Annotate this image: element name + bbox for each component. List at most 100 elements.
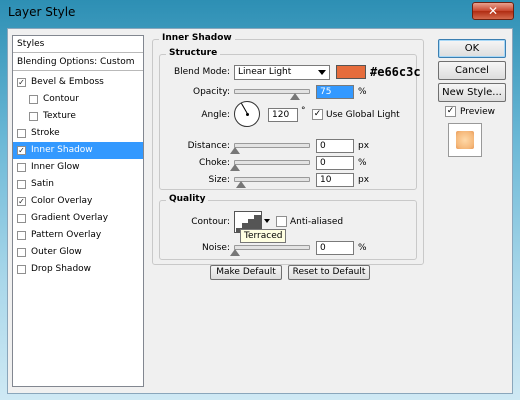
shadow-color-hex: #e66c3c — [370, 65, 421, 79]
style-item-label: Pattern Overlay — [31, 230, 102, 240]
preview-checkbox[interactable]: ✓ — [445, 106, 456, 117]
style-item-checkbox[interactable]: ✓ — [17, 78, 26, 87]
style-item-texture[interactable]: Texture — [13, 108, 143, 125]
size-label: Size: — [208, 175, 230, 185]
opacity-label: Opacity: — [193, 87, 230, 97]
style-item-label: Gradient Overlay — [31, 213, 109, 223]
style-item-inner-shadow[interactable]: ✓ Inner Shadow — [13, 142, 143, 159]
style-item-checkbox[interactable] — [17, 248, 26, 257]
distance-slider-track[interactable] — [234, 143, 310, 148]
reset-to-default-button[interactable]: Reset to Default — [288, 265, 370, 280]
structure-title: Structure — [166, 48, 221, 58]
style-item-checkbox[interactable] — [17, 163, 26, 172]
inner-shadow-group: Inner Shadow Structure Blend Mode: Linea… — [152, 33, 424, 265]
opacity-unit: % — [358, 87, 367, 97]
style-item-label: Bevel & Emboss — [31, 77, 104, 87]
styles-list: Styles Blending Options: Custom ✓ Bevel &… — [12, 35, 144, 387]
style-item-checkbox[interactable]: ✓ — [17, 197, 26, 206]
noise-unit: % — [358, 243, 367, 253]
style-item-label: Texture — [43, 111, 76, 121]
cancel-button[interactable]: Cancel — [438, 61, 506, 80]
size-slider-thumb[interactable] — [236, 181, 246, 188]
style-item-label: Outer Glow — [31, 247, 82, 257]
size-input[interactable]: 10 — [316, 173, 354, 187]
make-default-button[interactable]: Make Default — [210, 265, 282, 280]
style-item-pattern-overlay[interactable]: Pattern Overlay — [13, 227, 143, 244]
choke-input[interactable]: 0 — [316, 156, 354, 170]
style-item-stroke[interactable]: Stroke — [13, 125, 143, 142]
distance-unit: px — [358, 141, 370, 151]
opacity-slider-thumb[interactable] — [290, 93, 300, 100]
style-item-satin[interactable]: Satin — [13, 176, 143, 193]
style-item-label: Drop Shadow — [31, 264, 92, 274]
preview-swatch — [456, 131, 474, 149]
style-item-gradient-overlay[interactable]: Gradient Overlay — [13, 210, 143, 227]
style-preview-thumbnail — [448, 123, 482, 157]
new-style-button[interactable]: New Style... — [438, 83, 506, 102]
angle-dial[interactable] — [234, 101, 260, 127]
style-item-checkbox[interactable] — [17, 265, 26, 274]
contour-label: Contour: — [191, 217, 230, 227]
structure-group: Structure Blend Mode: Linear Light #e66c… — [159, 48, 421, 190]
noise-slider-track[interactable] — [234, 245, 310, 250]
blend-mode-label: Blend Mode: — [173, 67, 230, 77]
style-item-label: Inner Glow — [31, 162, 80, 172]
style-item-label: Inner Shadow — [31, 145, 93, 155]
angle-label: Angle: — [201, 110, 230, 120]
choke-slider-thumb[interactable] — [230, 164, 240, 171]
quality-group: Quality Contour: Anti-aliased Terraced N… — [159, 194, 417, 260]
contour-tooltip: Terraced — [240, 229, 287, 243]
opacity-input[interactable]: 75 — [316, 85, 354, 99]
use-global-light-checkbox[interactable]: ✓ — [312, 109, 323, 120]
style-item-checkbox[interactable] — [17, 214, 26, 223]
angle-unit: ° — [301, 106, 306, 116]
dialog-client-area: Styles Blending Options: Custom ✓ Bevel &… — [7, 28, 513, 394]
distance-slider-thumb[interactable] — [230, 147, 240, 154]
choke-label: Choke: — [199, 158, 230, 168]
style-item-color-overlay[interactable]: ✓ Color Overlay — [13, 193, 143, 210]
ok-button[interactable]: OK — [438, 39, 506, 58]
style-item-checkbox[interactable] — [29, 112, 38, 121]
style-item-drop-shadow[interactable]: Drop Shadow — [13, 261, 143, 278]
style-item-inner-glow[interactable]: Inner Glow — [13, 159, 143, 176]
style-item-contour[interactable]: Contour — [13, 91, 143, 108]
anti-aliased-label: Anti-aliased — [290, 217, 344, 227]
style-item-label: Stroke — [31, 128, 60, 138]
noise-label: Noise: — [202, 243, 230, 253]
layer-style-dialog: Layer Style ✕ Styles Blending Options: C… — [0, 0, 520, 400]
style-item-checkbox[interactable] — [17, 129, 26, 138]
size-unit: px — [358, 175, 370, 185]
noise-input[interactable]: 0 — [316, 241, 354, 255]
choke-slider-track[interactable] — [234, 160, 310, 165]
quality-title: Quality — [166, 194, 209, 204]
noise-slider-thumb[interactable] — [230, 249, 240, 256]
choke-unit: % — [358, 158, 367, 168]
blending-options-item[interactable]: Blending Options: Custom — [13, 54, 143, 71]
contour-dropdown-arrow-icon[interactable] — [264, 219, 270, 223]
anti-aliased-checkbox[interactable] — [276, 216, 287, 227]
angle-center — [246, 113, 249, 116]
style-item-label: Contour — [43, 94, 79, 104]
styles-header[interactable]: Styles — [13, 36, 143, 53]
use-global-light-label: Use Global Light — [326, 110, 400, 120]
style-item-label: Color Overlay — [31, 196, 93, 206]
chevron-down-icon — [318, 70, 326, 75]
blend-mode-dropdown[interactable]: Linear Light — [234, 65, 330, 80]
shadow-color-swatch[interactable] — [336, 65, 366, 79]
style-item-checkbox[interactable] — [17, 231, 26, 240]
window-title: Layer Style — [8, 5, 76, 19]
title-bar[interactable]: Layer Style ✕ — [0, 0, 520, 26]
distance-label: Distance: — [187, 141, 230, 151]
style-item-label: Satin — [31, 179, 54, 189]
inner-shadow-title: Inner Shadow — [159, 33, 235, 43]
style-item-bevel-emboss[interactable]: ✓ Bevel & Emboss — [13, 74, 143, 91]
style-item-checkbox[interactable] — [29, 95, 38, 104]
distance-input[interactable]: 0 — [316, 139, 354, 153]
blend-mode-value: Linear Light — [238, 67, 292, 77]
style-item-outer-glow[interactable]: Outer Glow — [13, 244, 143, 261]
angle-input[interactable]: 120 — [268, 108, 298, 122]
style-item-checkbox[interactable]: ✓ — [17, 146, 26, 155]
preview-label: Preview — [460, 107, 496, 117]
style-item-checkbox[interactable] — [17, 180, 26, 189]
close-button[interactable]: ✕ — [472, 2, 514, 20]
